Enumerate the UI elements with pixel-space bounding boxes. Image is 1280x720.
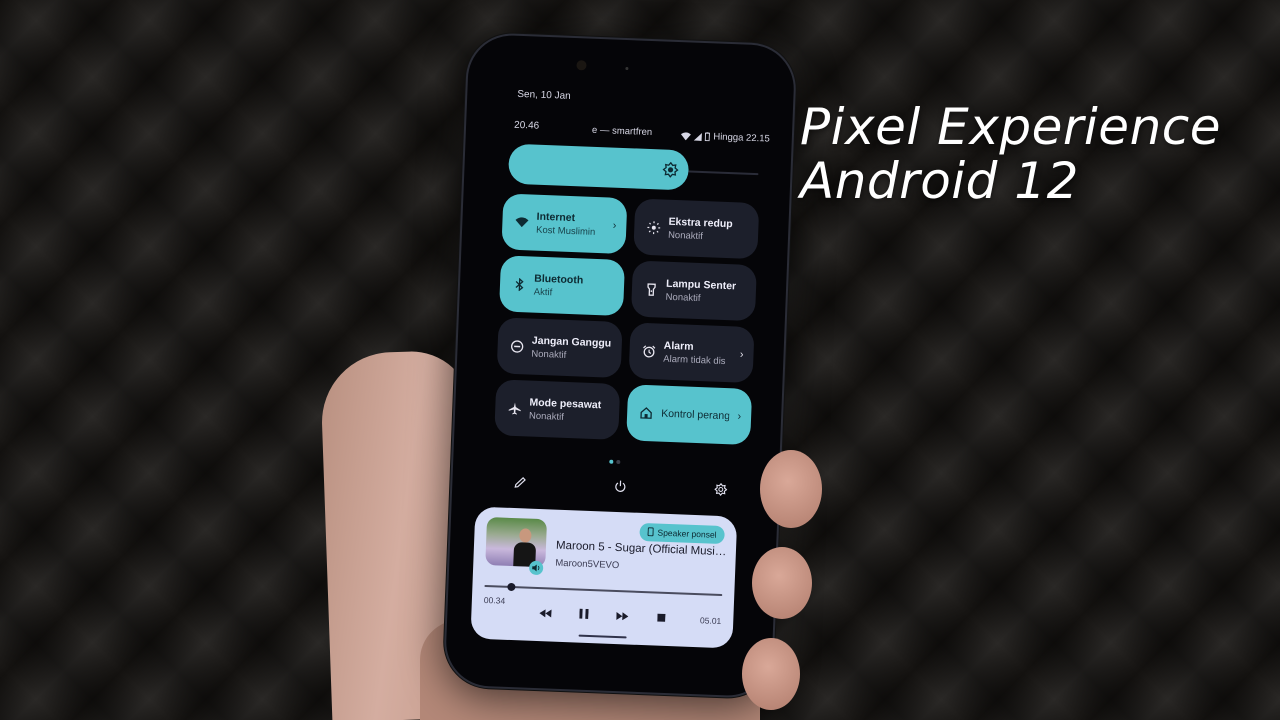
carrier-label: e — smartfren [591,124,653,139]
tile-internet[interactable]: Internet Kost Muslimin › [501,193,628,255]
video-title-overlay: Pixel Experience Android 12 [800,100,1221,208]
tile-title: Lampu Senter [665,277,737,292]
do-not-disturb-icon [509,339,524,354]
fast-forward-icon [616,607,629,625]
rewind-icon [539,604,552,622]
tile-flashlight[interactable]: Lampu Senter Nonaktif [630,260,757,322]
tile-subtitle: Nonaktif [528,410,565,423]
volume-icon [528,560,544,576]
page-indicator [609,459,621,465]
battery-estimate: Hingga 22.15 [713,131,771,145]
settings-icon [713,482,727,501]
tile-device-controls[interactable]: Kontrol perang › [626,384,753,446]
power-icon [614,479,627,497]
extra-dim-icon [646,220,661,235]
tile-title: Bluetooth [534,272,584,287]
stop-button[interactable] [653,609,670,626]
chevron-right-icon: › [737,410,742,423]
edit-icon [514,475,527,493]
tile-subtitle: Nonaktif [665,291,701,304]
bluetooth-icon [512,277,527,292]
quick-settings-actions [492,473,749,503]
tile-subtitle: Nonaktif [667,229,704,242]
tile-title: Jangan Ganggu [531,334,612,350]
fast-forward-button[interactable] [614,608,631,625]
quick-settings-panel: Sen, 10 Jan 20.46 e — smartfren Hingga 2… [445,34,796,697]
stop-icon [657,609,666,627]
power-button[interactable] [610,478,631,499]
signal-icon [694,132,703,141]
page-dot[interactable] [616,459,621,465]
drag-handle[interactable] [578,634,627,639]
brightness-slider-track [688,170,759,176]
total-time: 05.01 [699,615,722,627]
chevron-right-icon: › [612,219,617,232]
artist-name: Maroon5VEVO [555,557,620,572]
wifi-icon [514,215,529,230]
seek-bar[interactable] [484,582,723,597]
tile-title: Ekstra redup [668,215,733,230]
pause-icon [579,606,589,624]
tile-extra-dim[interactable]: Ekstra redup Nonaktif [633,198,760,260]
chevron-right-icon: › [739,348,744,361]
phone-icon [647,526,654,538]
phone: Sen, 10 Jan 20.46 e — smartfren Hingga 2… [442,31,798,700]
rewind-button[interactable] [537,605,554,622]
wifi-icon [681,131,692,140]
seek-bar-thumb[interactable] [507,582,516,592]
tile-subtitle: Alarm tidak dis [663,353,726,367]
media-player[interactable]: Speaker ponsel Maroon 5 - Sugar (Officia… [470,506,738,649]
settings-button[interactable] [710,482,731,503]
edit-button[interactable] [510,474,531,495]
output-switcher-chip[interactable]: Speaker ponsel [639,522,725,545]
tile-title: Internet [536,210,576,224]
tile-airplane-mode[interactable]: Mode pesawat Nonaktif [494,379,621,440]
hand-finger [742,638,800,710]
overlay-title-line-1: Pixel Experience [800,98,1222,156]
tile-subtitle: Kost Muslimin [535,224,596,238]
brightness-icon [662,161,679,178]
output-device-label: Speaker ponsel [657,527,717,540]
overlay-title-line-2: Android 12 [800,152,1079,210]
tile-alarm[interactable]: Alarm Alarm tidak dis › [628,322,755,384]
status-icons: Hingga 22.15 [681,130,771,145]
page-dot[interactable] [609,459,614,464]
tile-subtitle: Nonaktif [531,348,567,361]
tile-subtitle: Aktif [533,286,553,298]
flashlight-icon [644,282,659,297]
brightness-slider-fill[interactable] [507,143,690,191]
tile-title: Alarm [663,339,694,353]
alarm-icon [641,344,656,359]
elapsed-time: 00.34 [483,594,506,606]
battery-icon [705,132,711,142]
album-art[interactable] [485,517,548,568]
home-icon [639,406,654,421]
brightness-slider[interactable] [507,143,759,194]
tile-do-not-disturb[interactable]: Jangan Ganggu Nonaktif [496,317,623,379]
clock[interactable]: 20.46 [514,120,539,132]
hand-finger [760,450,822,528]
hand-finger [752,547,812,619]
playback-controls [537,605,670,626]
tile-bluetooth[interactable]: Bluetooth Aktif [498,255,626,317]
tile-title: Kontrol perang [660,407,730,423]
pause-button[interactable] [576,607,593,624]
date-label[interactable]: Sen, 10 Jan [517,89,571,102]
tile-title: Mode pesawat [529,396,602,411]
quick-settings-tiles: Internet Kost Muslimin › Ekstra redup Nona… [494,193,760,446]
airplane-icon [507,401,522,416]
